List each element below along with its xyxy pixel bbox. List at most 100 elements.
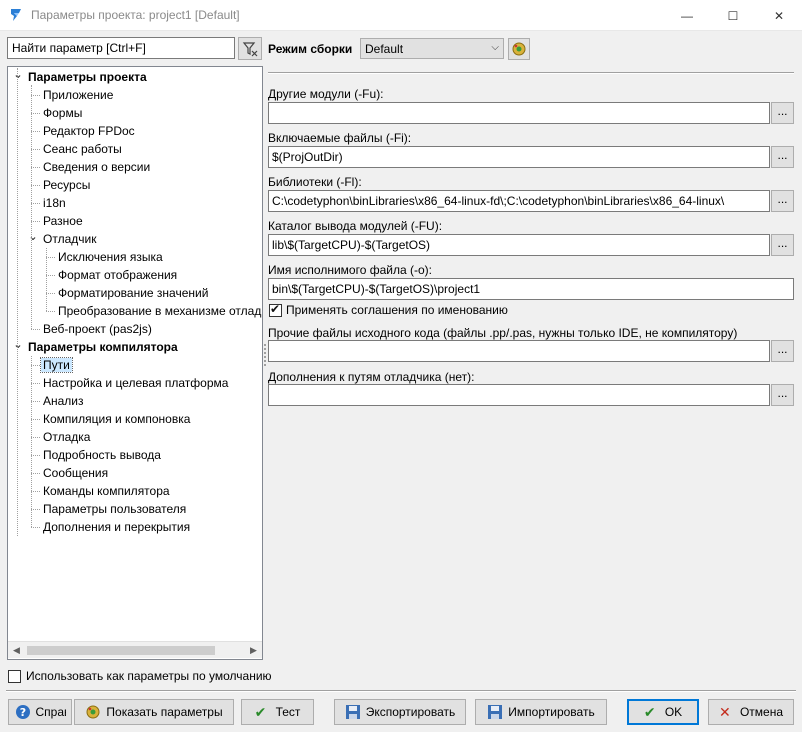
tree-item[interactable]: Анализ: [43, 392, 84, 410]
build-mode-select[interactable]: Default ⌵: [360, 38, 504, 59]
cancel-button[interactable]: ✕ Отмена: [708, 699, 794, 725]
tree-item-label: Разное: [43, 214, 83, 228]
tree-item[interactable]: Редактор FPDoc: [43, 122, 135, 140]
minimize-button[interactable]: —: [664, 0, 710, 31]
tree-item-label: Параметры пользователя: [43, 502, 187, 516]
libraries-input[interactable]: C:\codetyphon\binLibraries\x86_64-linux-…: [268, 190, 770, 212]
tree-item-label: Редактор FPDoc: [43, 124, 135, 138]
tree-horizontal-scrollbar[interactable]: ◀ ▶: [8, 641, 262, 658]
tree-connector: [31, 149, 40, 150]
tree-connector: [31, 383, 40, 384]
tree-item[interactable]: Подробность вывода: [43, 446, 161, 464]
ok-button[interactable]: ✔ OK: [627, 699, 699, 725]
tree-item[interactable]: Пути: [40, 356, 73, 374]
libraries-browse-button[interactable]: ...: [771, 190, 794, 212]
other-units-browse-button[interactable]: ...: [771, 102, 794, 124]
unit-output-input[interactable]: lib\$(TargetCPU)-$(TargetOS): [268, 234, 770, 256]
naming-conventions-checkbox[interactable]: [269, 302, 282, 317]
help-button[interactable]: ? Справка: [8, 699, 72, 725]
tree-item[interactable]: i18n: [43, 194, 66, 212]
scroll-left-icon[interactable]: ◀: [8, 642, 25, 659]
tree-item-label: Формы: [43, 106, 83, 120]
tree-connector: [31, 113, 40, 114]
tree-item[interactable]: Команды компилятора: [43, 482, 170, 500]
svg-text:?: ?: [19, 706, 25, 719]
import-button[interactable]: Импортировать: [475, 699, 607, 725]
scroll-thumb[interactable]: [27, 646, 215, 655]
unit-output-browse-button[interactable]: ...: [771, 234, 794, 256]
gear-icon: [512, 42, 526, 56]
tree-item-label: Параметры компилятора: [28, 340, 178, 354]
export-button-label: Экспортировать: [365, 705, 456, 719]
other-sources-input[interactable]: [268, 340, 770, 362]
show-options-button[interactable]: Показать параметры: [74, 699, 234, 725]
other-units-input[interactable]: [268, 102, 770, 124]
tree-item[interactable]: Сеанс работы: [43, 140, 122, 158]
expand-chevron-icon[interactable]: ⌄: [12, 339, 24, 351]
tree-item[interactable]: Настройка и целевая платформа: [43, 374, 228, 392]
tree-item-label: Приложение: [43, 88, 114, 102]
include-files-label: Включаемые файлы (-Fi):: [268, 131, 412, 145]
tree-item[interactable]: Исключения языка: [58, 248, 163, 266]
close-button[interactable]: ✕: [756, 0, 802, 31]
tree-item[interactable]: Приложение: [43, 86, 113, 104]
tree-connector: [31, 167, 40, 168]
tree-connector: [46, 311, 55, 312]
footer-separator: [6, 690, 796, 692]
tree-item[interactable]: Форматирование значений: [58, 284, 208, 302]
include-files-input[interactable]: $(ProjOutDir): [268, 146, 770, 168]
tree-item[interactable]: Сведения о версии: [43, 158, 150, 176]
tree-item[interactable]: Параметры компилятора: [28, 338, 178, 356]
include-files-browse-button[interactable]: ...: [771, 146, 794, 168]
other-sources-browse-button[interactable]: ...: [771, 340, 794, 362]
target-file-input[interactable]: bin\$(TargetCPU)-$(TargetOS)\project1: [268, 278, 794, 300]
tree-item[interactable]: Формат отображения: [58, 266, 177, 284]
tree-item-label: i18n: [43, 196, 66, 210]
tree-item[interactable]: Параметры пользователя: [43, 500, 186, 518]
debug-paths-input[interactable]: [268, 384, 770, 406]
debug-paths-browse-button[interactable]: ...: [771, 384, 794, 406]
test-button[interactable]: ✔ Тест: [241, 699, 314, 725]
tree-item[interactable]: Сообщения: [43, 464, 108, 482]
build-mode-label: Режим сборки: [268, 42, 353, 56]
target-file-label: Имя исполнимого файла (-o):: [268, 263, 432, 277]
tree-connector: [31, 527, 40, 528]
tree-item[interactable]: Формы: [43, 104, 82, 122]
tree-item[interactable]: Веб-проект (pas2js): [43, 320, 152, 338]
tree-item[interactable]: Параметры проекта: [28, 68, 147, 86]
checkmark-icon: ✔: [643, 704, 656, 720]
build-modes-button[interactable]: [508, 38, 530, 60]
tree-connector: [31, 455, 40, 456]
use-default-checkbox[interactable]: [8, 670, 21, 683]
expand-chevron-icon[interactable]: ⌄: [12, 69, 24, 81]
options-tree[interactable]: Параметры проекта ⌄ Приложение Формы Редакто…: [7, 66, 263, 660]
scroll-right-icon[interactable]: ▶: [245, 642, 262, 659]
expand-chevron-icon[interactable]: ⌄: [27, 231, 39, 243]
tree-connector: [31, 509, 40, 510]
tree-item[interactable]: Компиляция и компоновка: [43, 410, 190, 428]
tree-item[interactable]: Дополнения и перекрытия: [43, 518, 190, 536]
splitter-grip[interactable]: [264, 344, 266, 366]
use-default-label: Использовать как параметры по умолчанию: [26, 669, 272, 683]
clear-filter-button[interactable]: [238, 37, 262, 60]
export-button[interactable]: Экспортировать: [334, 699, 466, 725]
tree-connector: [46, 257, 55, 258]
tree-connector: [31, 491, 40, 492]
tree-item-label: Сеанс работы: [43, 142, 122, 156]
tree-item-label: Формат отображения: [58, 268, 178, 282]
tree-connector: [31, 221, 40, 222]
filter-input[interactable]: Найти параметр [Ctrl+F]: [7, 37, 235, 59]
tree-item-label: Сведения о версии: [43, 160, 151, 174]
maximize-button[interactable]: ☐: [710, 0, 756, 31]
tree-item-label: Подробность вывода: [43, 448, 161, 462]
tree-item-label: Преобразование в механизме отладчика: [58, 304, 262, 318]
tree-connector: [31, 185, 40, 186]
tree-item-label: Анализ: [43, 394, 84, 408]
tree-item-label: Сообщения: [43, 466, 109, 480]
tree-item[interactable]: Отладка: [43, 428, 90, 446]
tree-item[interactable]: Отладчик: [43, 230, 96, 248]
title-bar: Параметры проекта: project1 [Default] — …: [0, 0, 802, 31]
tree-item[interactable]: Ресурсы: [43, 176, 90, 194]
tree-item[interactable]: Разное: [43, 212, 83, 230]
tree-item[interactable]: Преобразование в механизме отладчика: [58, 302, 262, 320]
